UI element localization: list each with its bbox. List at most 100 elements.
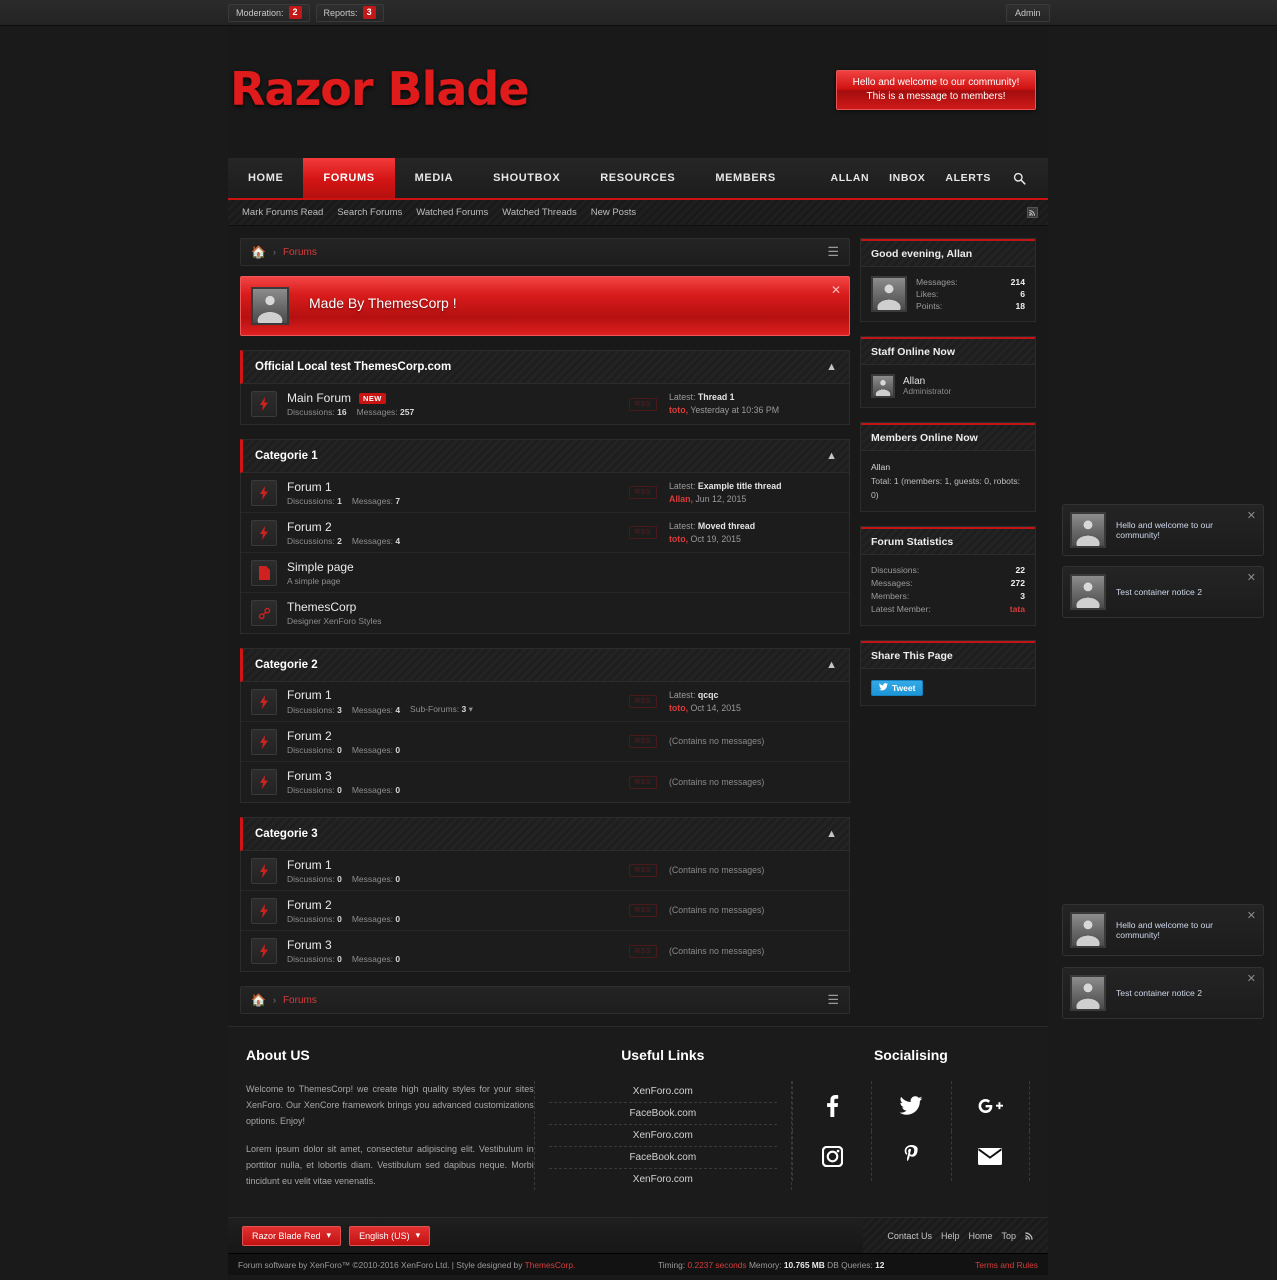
terms-and-rules-link[interactable]: Terms and Rules	[975, 1260, 1038, 1270]
footer-link[interactable]: FaceBook.com	[548, 1103, 777, 1125]
subnav-watched-forums[interactable]: Watched Forums	[416, 207, 488, 218]
nav-item-inbox[interactable]: INBOX	[879, 158, 935, 198]
moderation-queue-button[interactable]: Moderation: 2	[228, 3, 310, 22]
rss-icon[interactable]: RSS	[629, 486, 657, 499]
avatar[interactable]	[871, 374, 895, 398]
forum-name[interactable]: Main Forum	[287, 391, 351, 405]
table-row[interactable]: Forum 3 Discussions: 0 Messages: 0 RSS (Cont…	[241, 762, 849, 802]
category-header[interactable]: Categorie 2 ▲	[240, 648, 850, 682]
tweet-button[interactable]: Tweet	[871, 680, 924, 696]
table-row[interactable]: Forum 2 Discussions: 0 Messages: 0 RSS (Cont…	[241, 722, 849, 762]
subforums-dropdown[interactable]: Sub-Forums: 3 ▾	[410, 704, 473, 715]
footer-link[interactable]: XenForo.com	[548, 1125, 777, 1147]
subnav-new-posts[interactable]: New Posts	[591, 207, 636, 218]
table-row[interactable]: Forum 1 Discussions: 0 Messages: 0 RSS (Cont…	[241, 851, 849, 891]
table-row[interactable]: ThemesCorp Designer XenForo Styles	[241, 593, 849, 633]
rss-icon[interactable]: RSS	[629, 864, 657, 877]
rss-icon[interactable]: RSS	[629, 735, 657, 748]
rss-icon[interactable]	[1025, 1227, 1034, 1245]
footer-link-home[interactable]: Home	[968, 1231, 992, 1241]
subnav-watched-threads[interactable]: Watched Threads	[502, 207, 576, 218]
nav-item-members[interactable]: MEMBERS	[695, 158, 795, 198]
rss-icon[interactable]: RSS	[629, 695, 657, 708]
footer-link-help[interactable]: Help	[941, 1231, 960, 1241]
latest-thread-link[interactable]: Thread 1	[698, 392, 735, 402]
table-row[interactable]: Simple page A simple page	[241, 553, 849, 593]
latest-user-link[interactable]: Allan,	[669, 494, 693, 504]
latest-thread-link[interactable]: Moved thread	[698, 521, 755, 531]
rss-icon[interactable]: RSS	[629, 944, 657, 958]
staff-name[interactable]: Allan	[903, 376, 951, 387]
style-selector[interactable]: Razor Blade Red ▾	[242, 1225, 342, 1246]
copyright-designer-link[interactable]: ThemesCorp.	[525, 1260, 576, 1270]
footer-link[interactable]: XenForo.com	[548, 1081, 777, 1103]
footer-link[interactable]: XenForo.com	[549, 1169, 777, 1190]
rss-icon[interactable]: RSS	[629, 904, 657, 917]
forum-name[interactable]: Forum 2	[287, 729, 332, 743]
subnav-mark-forums-read[interactable]: Mark Forums Read	[242, 207, 323, 218]
rss-icon[interactable]: RSS	[629, 397, 657, 411]
category-header[interactable]: Categorie 1 ▲	[240, 439, 850, 473]
forum-name[interactable]: ThemesCorp	[287, 600, 356, 614]
latest-thread-link[interactable]: qcqc	[698, 690, 719, 700]
close-icon[interactable]: ✕	[1247, 972, 1256, 985]
nav-item-forums[interactable]: FORUMS	[303, 158, 395, 198]
chevron-up-icon[interactable]: ▲	[826, 450, 837, 462]
footer-link-top[interactable]: Top	[1001, 1231, 1016, 1241]
footer-link-contact-us[interactable]: Contact Us	[887, 1231, 932, 1241]
breadcrumb-forums-link[interactable]: Forums	[283, 995, 317, 1006]
online-member-name[interactable]: Allan	[871, 460, 1025, 474]
nav-item-home[interactable]: HOME	[228, 158, 303, 198]
nav-item-resources[interactable]: RESOURCES	[580, 158, 695, 198]
breadcrumb-forums-link[interactable]: Forums	[283, 247, 317, 258]
twitter-icon[interactable]	[871, 1081, 950, 1131]
rss-icon[interactable]: RSS	[629, 526, 657, 539]
close-icon[interactable]: ✕	[1247, 909, 1256, 922]
nav-item-allan[interactable]: ALLAN	[821, 158, 880, 198]
forum-name[interactable]: Forum 2	[287, 898, 332, 912]
table-row[interactable]: Forum 1 Discussions: 3 Messages: 4 Sub-Foru…	[241, 682, 849, 722]
category-header[interactable]: Categorie 3 ▲	[240, 817, 850, 851]
forum-name[interactable]: Forum 1	[287, 688, 332, 702]
hamburger-menu-icon[interactable]: ☰	[827, 992, 839, 1008]
rss-feed-icon[interactable]	[1027, 207, 1038, 218]
language-selector[interactable]: English (US) ▾	[349, 1225, 431, 1246]
table-row[interactable]: Forum 1 Discussions: 1 Messages: 7 RSS Lates…	[241, 473, 849, 513]
staff-member[interactable]: Allan Administrator	[871, 374, 1025, 398]
chevron-up-icon[interactable]: ▲	[826, 828, 837, 840]
rss-icon[interactable]: RSS	[629, 775, 657, 789]
hamburger-menu-icon[interactable]: ☰	[827, 244, 839, 260]
table-row[interactable]: Forum 2 Discussions: 0 Messages: 0 RSS (Cont…	[241, 891, 849, 931]
latest-thread-link[interactable]: Example title thread	[698, 481, 782, 491]
admin-link[interactable]: Admin	[1006, 3, 1050, 22]
forum-name[interactable]: Forum 1	[287, 480, 332, 494]
reports-button[interactable]: Reports: 3	[315, 3, 384, 22]
forum-name[interactable]: Simple page	[287, 560, 354, 574]
search-icon[interactable]	[1001, 158, 1038, 198]
home-icon[interactable]: 🏠	[251, 993, 266, 1007]
table-row[interactable]: Main Forum NEW Discussions: 16 Messages: 25…	[241, 384, 849, 424]
subnav-search-forums[interactable]: Search Forums	[337, 207, 402, 218]
pinterest-icon[interactable]	[871, 1131, 950, 1181]
latest-user-link[interactable]: toto,	[669, 534, 688, 544]
google-plus-icon[interactable]	[950, 1081, 1030, 1131]
latest-member-link[interactable]: tata	[1010, 603, 1025, 616]
nav-item-media[interactable]: MEDIA	[395, 158, 473, 198]
table-row[interactable]: Forum 2 Discussions: 2 Messages: 4 RSS Lates…	[241, 513, 849, 553]
close-icon[interactable]: ✕	[1247, 509, 1256, 522]
latest-user-link[interactable]: toto,	[669, 703, 688, 713]
instagram-icon[interactable]	[791, 1131, 871, 1181]
latest-user-link[interactable]: toto,	[669, 405, 688, 415]
close-icon[interactable]: ✕	[1247, 571, 1256, 584]
forum-name[interactable]: Forum 2	[287, 520, 332, 534]
close-icon[interactable]: ✕	[831, 283, 841, 297]
forum-name[interactable]: Forum 3	[287, 769, 332, 783]
facebook-icon[interactable]	[791, 1081, 871, 1131]
footer-link[interactable]: FaceBook.com	[548, 1147, 777, 1169]
site-logo[interactable]: Razor Blade	[230, 62, 530, 116]
chevron-up-icon[interactable]: ▲	[826, 659, 837, 671]
forum-name[interactable]: Forum 3	[287, 938, 332, 952]
chevron-up-icon[interactable]: ▲	[826, 361, 837, 373]
avatar[interactable]	[871, 276, 907, 312]
home-icon[interactable]: 🏠	[251, 245, 266, 259]
